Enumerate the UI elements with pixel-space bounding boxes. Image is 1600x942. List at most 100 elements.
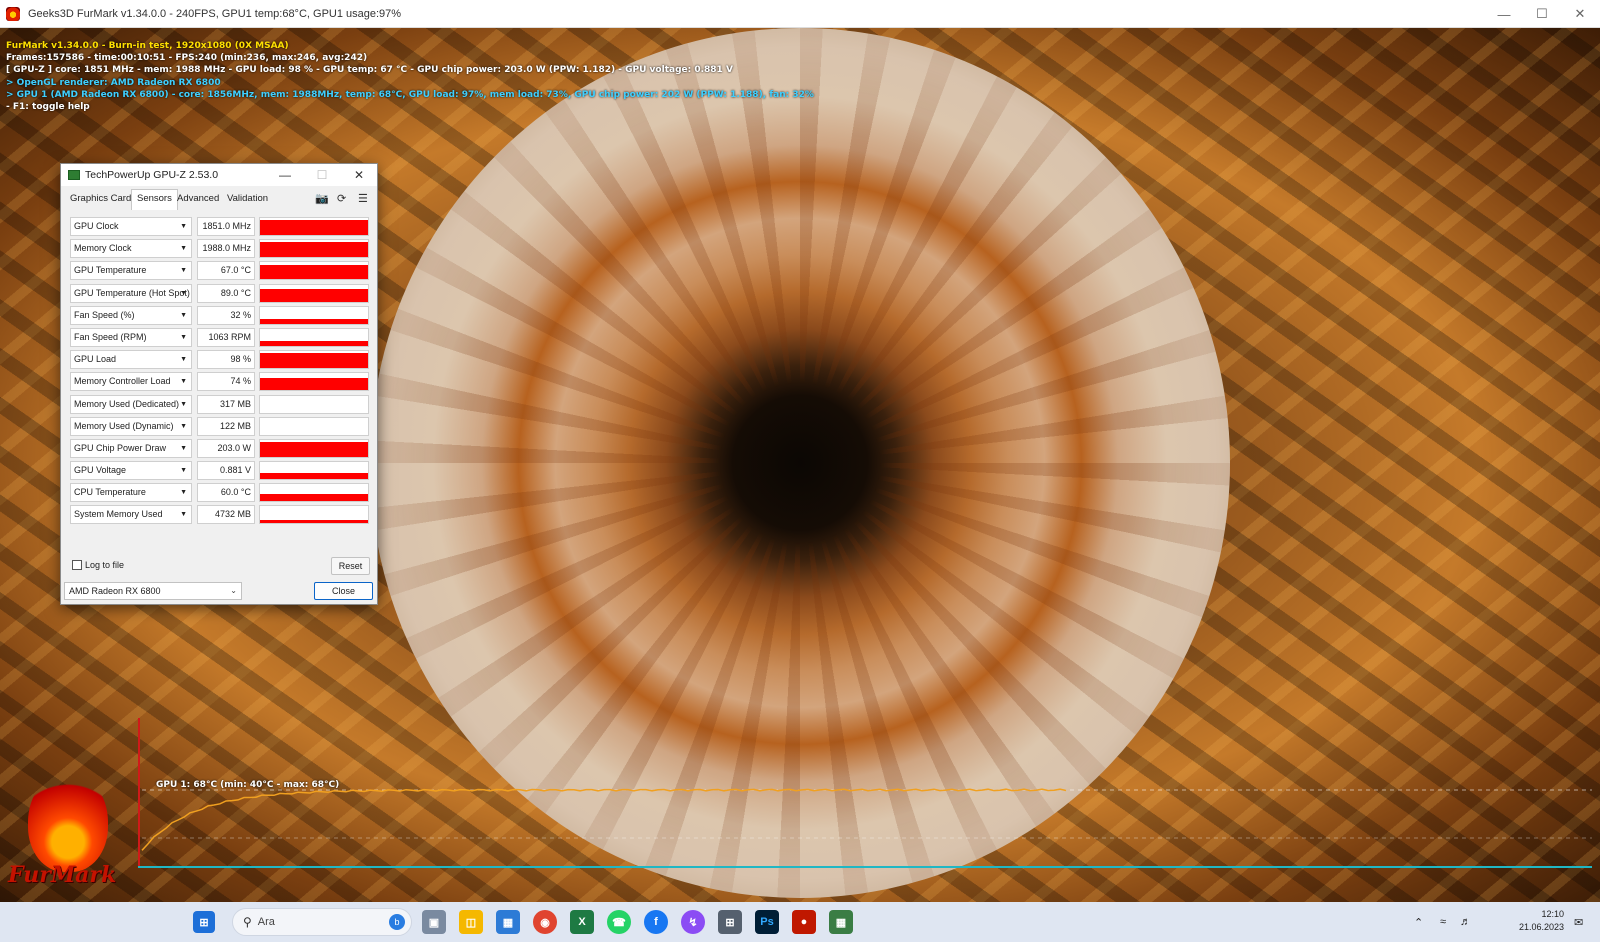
reset-button[interactable]: Reset [331,557,370,575]
dropdown-arrow-icon: ▼ [180,467,187,475]
search-input[interactable]: Ara [258,916,275,928]
sensor-row: Memory Controller Load ▼ 74 % [70,371,370,393]
log-to-file-checkbox[interactable]: Log to file [72,560,124,570]
gpuz-taskbar-icon[interactable]: ▦ [829,910,853,934]
maximize-button[interactable]: ☐ [1524,0,1560,28]
dropdown-arrow-icon: ▼ [180,444,187,452]
log-checkbox-box[interactable] [72,560,82,570]
photoshop-icon[interactable]: Ps [755,910,779,934]
calculator-icon[interactable]: ⊞ [718,910,742,934]
sensor-name-dropdown[interactable]: GPU Temperature (Hot Spot) ▼ [70,283,192,303]
chrome-icon[interactable]: ◉ [533,910,557,934]
sensor-graph-bar [260,318,368,324]
clock-date: 21.06.2023 [1518,922,1564,932]
sensor-name-dropdown[interactable]: GPU Voltage ▼ [70,461,192,481]
tray-overflow-chevron-icon[interactable]: ⌃ [1414,902,1423,942]
sensor-list: GPU Clock ▼ 1851.0 MHz Memory Clock ▼ 1988.0 … [70,216,370,527]
sensor-value: 317 MB [197,394,255,414]
furmark-overlay-text: FurMark v1.34.0.0 - Burn-in test, 1920x1… [6,40,814,113]
start-windows-icon[interactable]: ⊞ [193,911,215,933]
log-to-file-label: Log to file [85,560,125,570]
sensor-value: 0.881 V [197,461,255,481]
sensor-name-dropdown[interactable]: Memory Used (Dedicated) ▼ [70,394,192,414]
sensor-name-dropdown[interactable]: Fan Speed (%) ▼ [70,305,192,325]
tab-validation[interactable]: Validation [227,193,268,204]
tab-graphics-card[interactable]: Graphics Card [70,193,131,204]
sensor-value: 60.0 °C [197,483,255,503]
sensor-name-dropdown[interactable]: GPU Clock ▼ [70,217,192,236]
gpuz-close-x-button[interactable]: ✕ [341,164,377,186]
overlay-line: > GPU 1 (AMD Radeon RX 6800) - core: 185… [6,89,814,100]
furmark-taskbar-icon[interactable]: ● [792,910,816,934]
dropdown-arrow-icon: ▼ [180,267,187,275]
sensor-name-dropdown[interactable]: System Memory Used ▼ [70,505,192,525]
tab-advanced[interactable]: Advanced [177,193,219,204]
sensor-graph-bar [260,493,368,502]
overlay-line: - F1: toggle help [6,102,90,113]
volume-icon[interactable]: ♬ [1460,902,1471,942]
sensor-name-dropdown[interactable]: Memory Clock ▼ [70,239,192,259]
close-window-button[interactable]: ✕ [1562,0,1598,28]
sensor-row: CPU Temperature ▼ 60.0 °C [70,482,370,504]
gpuz-minimize-button[interactable]: — [267,164,303,186]
sensor-name-dropdown[interactable]: GPU Load ▼ [70,350,192,370]
sensor-row: Fan Speed (%) ▼ 32 % [70,305,370,327]
sensor-row: GPU Voltage ▼ 0.881 V [70,460,370,482]
taskbar-clock[interactable]: 12:10 21.06.2023 [1508,908,1564,934]
sensor-name-dropdown[interactable]: GPU Chip Power Draw ▼ [70,438,192,458]
sensor-graph-bar [260,340,368,346]
bing-icon[interactable]: b [389,914,405,930]
gpuz-close-button[interactable]: Close [314,582,373,600]
sensor-graph [259,505,369,525]
tab-sensors[interactable]: Sensors [131,189,178,210]
notification-icon[interactable]: ✉ [1574,902,1583,942]
microsoft-store-icon[interactable]: ▦ [496,910,520,934]
gpu-temperature-graph: GPU 1: 68°C (min: 40°C - max: 68°C) [138,718,1592,868]
sensor-value: 32 % [197,305,255,325]
excel-icon[interactable]: X [570,910,594,934]
sensor-row: GPU Load ▼ 98 % [70,349,370,371]
sensor-name-dropdown[interactable]: GPU Temperature ▼ [70,261,192,281]
sensor-name: System Memory Used [74,509,163,520]
sensor-value: 4732 MB [197,505,255,525]
taskbar-search[interactable]: ⚲ Ara b [232,908,412,936]
sensor-row: GPU Temperature (Hot Spot) ▼ 89.0 °C [70,283,370,305]
sensor-name-dropdown[interactable]: CPU Temperature ▼ [70,483,192,503]
refresh-icon[interactable]: ⟳ [337,192,346,205]
menu-hamburger-icon[interactable]: ☰ [358,192,368,205]
temp-graph-line [141,788,1067,851]
sensor-value: 89.0 °C [197,283,255,303]
sensor-value: 1988.0 MHz [197,239,255,259]
sensor-graph [259,305,369,325]
sensor-graph-bar [260,473,368,480]
sensor-graph [259,461,369,481]
wifi-icon[interactable]: ≈ [1440,902,1446,942]
facebook-icon[interactable]: f [644,910,668,934]
whatsapp-icon[interactable]: ☎ [607,910,631,934]
messenger-icon[interactable]: ↯ [681,910,705,934]
sensor-name-dropdown[interactable]: Fan Speed (RPM) ▼ [70,327,192,347]
sensor-name-dropdown[interactable]: Memory Controller Load ▼ [70,372,192,392]
sensor-value: 1063 RPM [197,327,255,347]
sensor-name-dropdown[interactable]: Memory Used (Dynamic) ▼ [70,416,192,436]
sensor-name: Memory Used (Dynamic) [74,420,174,431]
sensor-graph [259,350,369,370]
overlay-line: [ GPU-Z ] core: 1851 MHz - mem: 1988 MHz… [6,65,733,76]
minimize-button[interactable]: — [1486,0,1522,28]
task-view-icon[interactable]: ▣ [422,910,446,934]
dropdown-arrow-icon: ▼ [180,311,187,319]
gpu-select-value: AMD Radeon RX 6800 [69,586,161,596]
sensor-graph-bar [260,264,368,280]
gpuz-title: TechPowerUp GPU-Z 2.53.0 [85,169,219,181]
furmark-flame-icon [28,772,108,872]
sensor-name: Fan Speed (%) [74,309,135,320]
gpu-select-dropdown[interactable]: AMD Radeon RX 6800 ⌄ [64,582,242,600]
sensor-row: GPU Temperature ▼ 67.0 °C [70,260,370,282]
sensor-name: Memory Used (Dedicated) [74,398,180,409]
sensor-name: GPU Load [74,354,117,365]
dropdown-arrow-icon: ▼ [180,400,187,408]
sensor-row: Fan Speed (RPM) ▼ 1063 RPM [70,327,370,349]
sensor-name: CPU Temperature [74,487,146,498]
file-explorer-icon[interactable]: ◫ [459,910,483,934]
screenshot-camera-icon[interactable]: 📷 [315,192,329,205]
